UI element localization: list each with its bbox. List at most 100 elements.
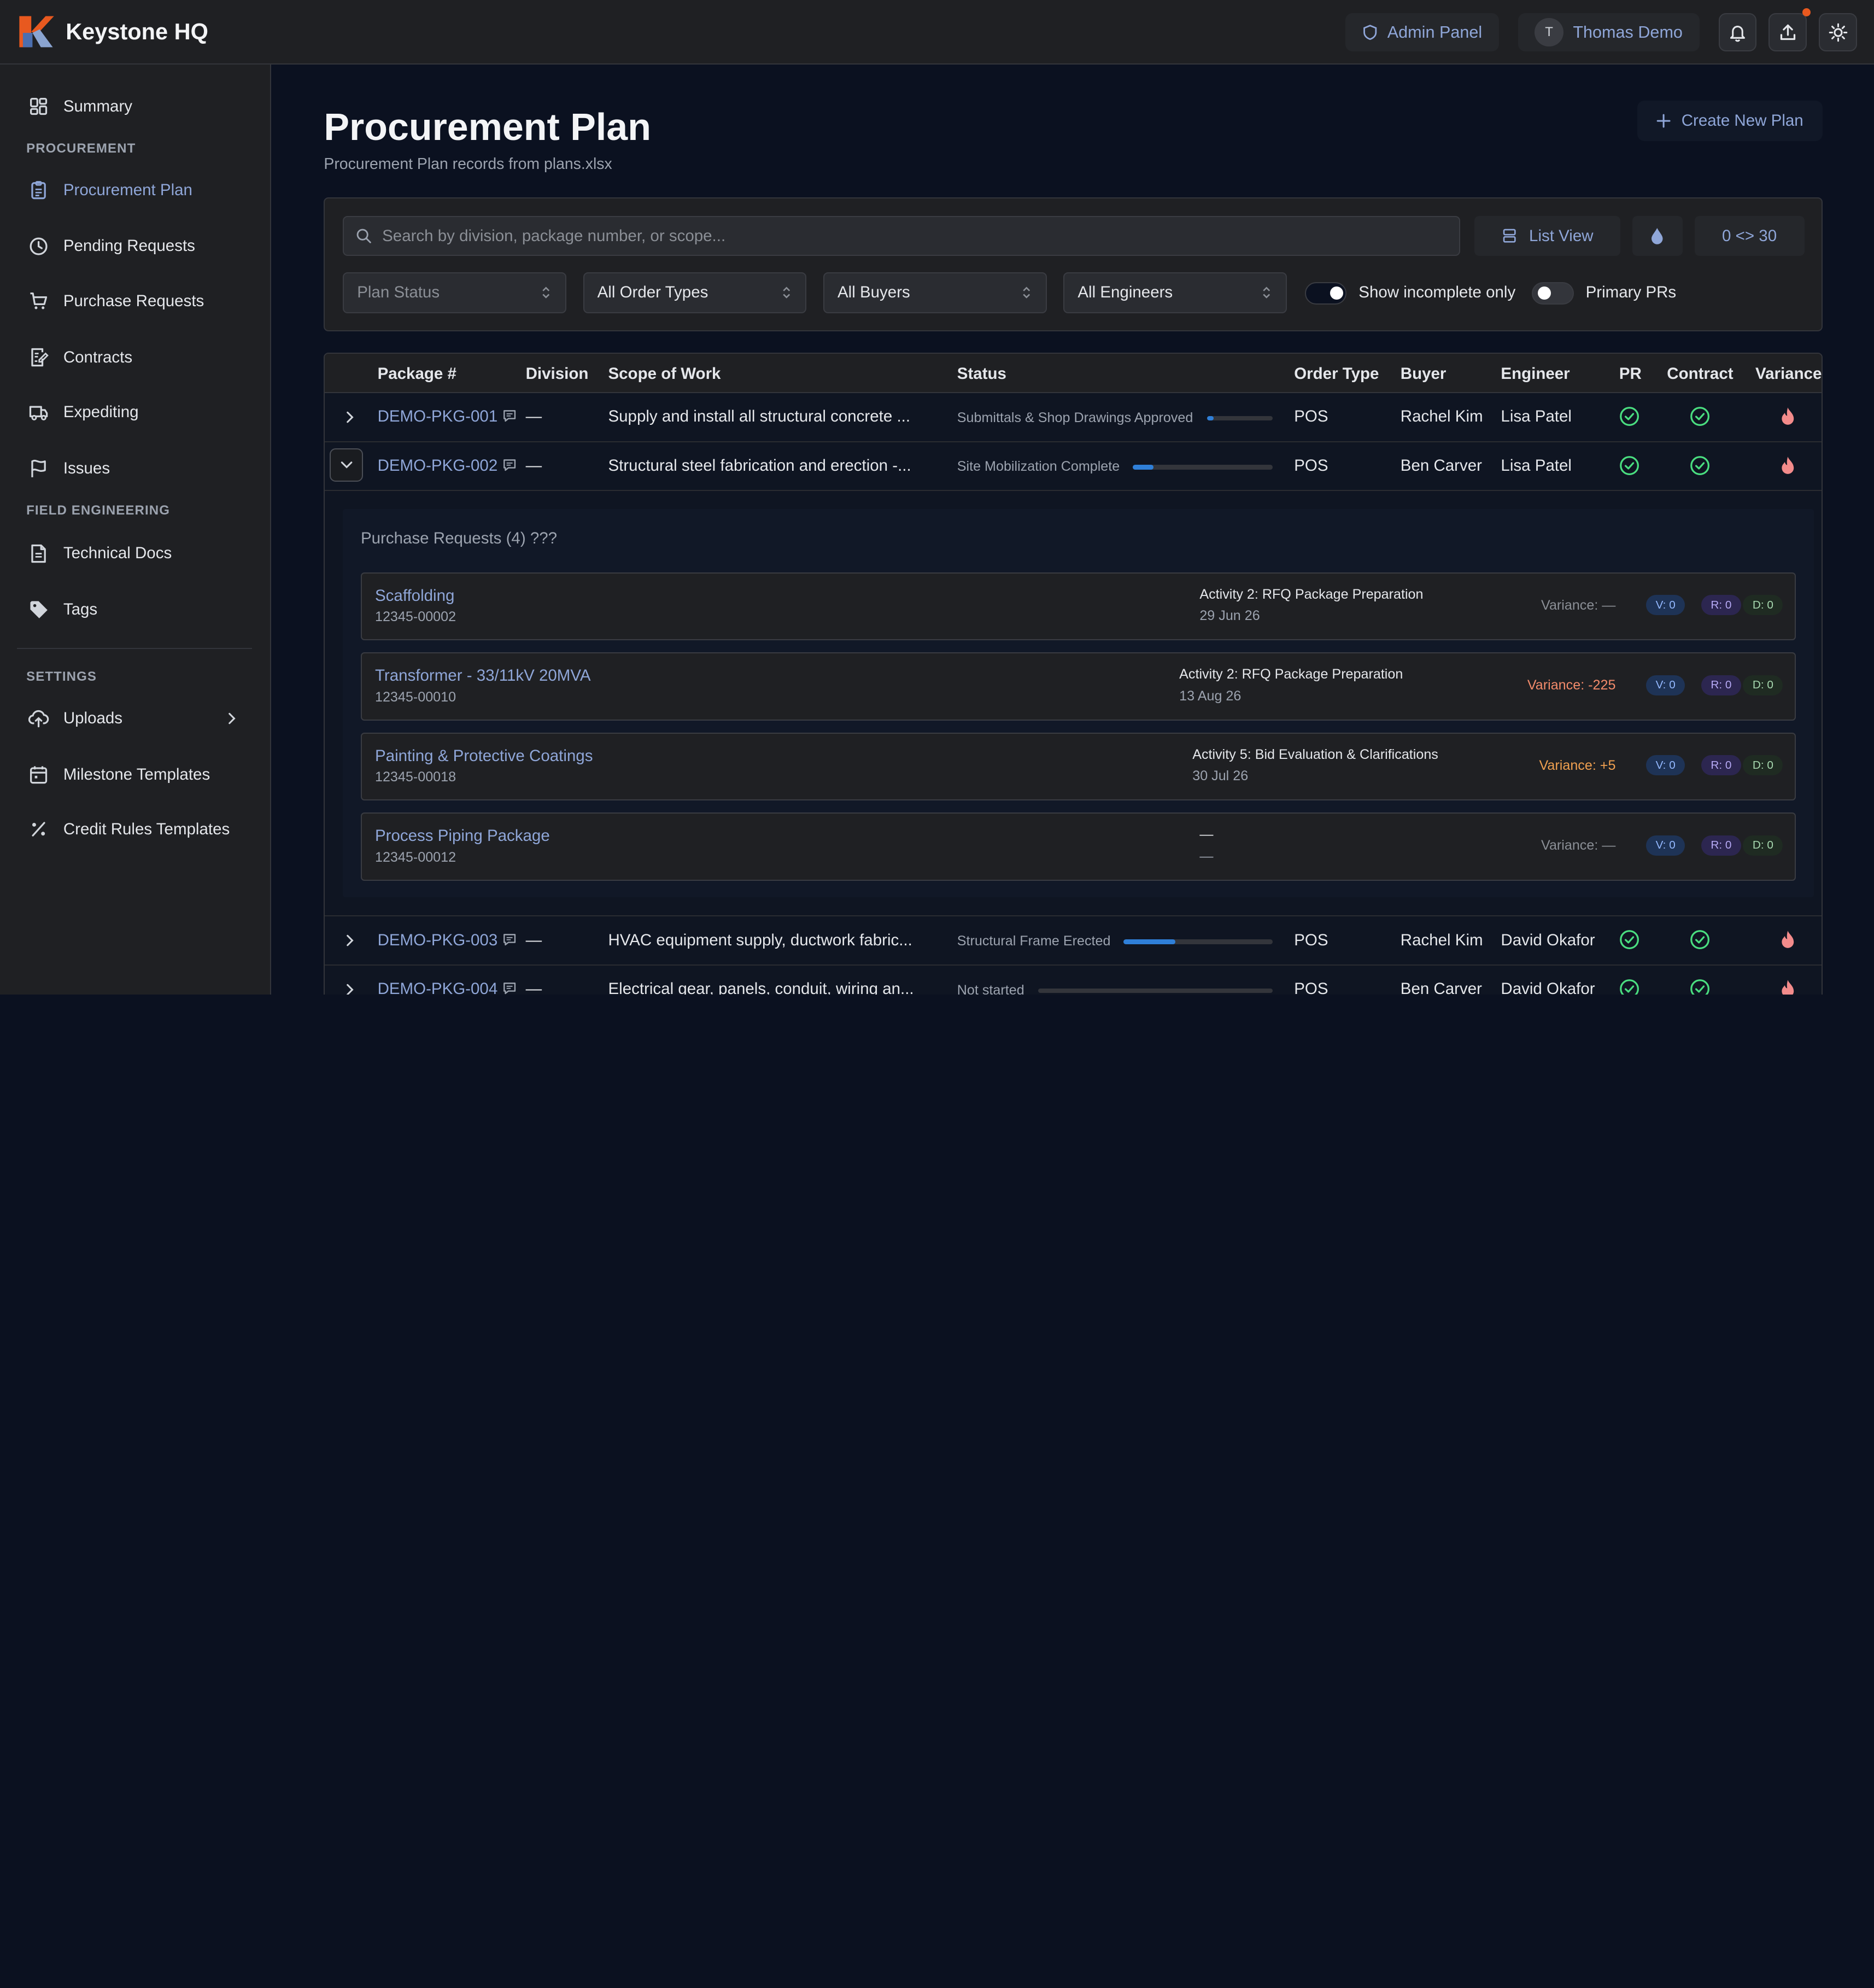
pr-card[interactable]: Transformer - 33/11kV 20MVA 12345-00010 …: [360, 652, 1796, 721]
pr-name-link[interactable]: Transformer - 33/11kV 20MVA: [375, 666, 591, 685]
search-field[interactable]: [343, 216, 1461, 256]
sidebar-item-purchase-requests[interactable]: Purchase Requests: [17, 280, 254, 323]
package-link[interactable]: DEMO-PKG-003: [378, 931, 498, 949]
package-link[interactable]: DEMO-PKG-002: [378, 457, 498, 475]
plan-status-select[interactable]: Plan Status: [343, 272, 566, 313]
theme-toggle-button[interactable]: [1819, 13, 1858, 51]
comment-icon[interactable]: [502, 458, 517, 472]
plan-status-value: Plan Status: [357, 283, 440, 302]
contract-check-icon: [1690, 930, 1709, 950]
sidebar-item-credit-rules-templates[interactable]: Credit Rules Templates: [17, 808, 254, 851]
user-menu-button[interactable]: T Thomas Demo: [1518, 13, 1700, 51]
create-new-plan-button[interactable]: Create New Plan: [1637, 100, 1823, 141]
create-new-plan-label: Create New Plan: [1681, 111, 1803, 130]
sidebar-item-label: Contracts: [63, 348, 133, 366]
status-progress-bar: [1133, 465, 1273, 470]
status-progress-bar: [1123, 939, 1273, 944]
d-count-badge: D: 0: [1743, 755, 1783, 776]
variance-filter-button[interactable]: [1632, 216, 1683, 256]
expand-row-button[interactable]: [337, 977, 363, 995]
pr-name-link[interactable]: Scaffolding: [375, 587, 454, 605]
col-header-scope[interactable]: Scope of Work: [608, 365, 721, 383]
expanded-row-details: Purchase Requests (4) ??? Scaffolding 12…: [325, 491, 1822, 917]
top-bar: Keystone HQ Admin Panel T Thomas Demo: [0, 0, 1874, 65]
engineer-select[interactable]: All Engineers: [1063, 272, 1287, 313]
expand-row-button[interactable]: [337, 404, 363, 430]
package-link[interactable]: DEMO-PKG-001: [378, 407, 498, 425]
sidebar-item-procurement-plan[interactable]: Procurement Plan: [17, 168, 254, 212]
col-header-buyer[interactable]: Buyer: [1401, 365, 1447, 383]
collapse-row-button[interactable]: [330, 448, 364, 482]
pr-activity: Activity 2: RFQ Package Preparation: [1199, 586, 1424, 602]
pr-name-link[interactable]: Process Piping Package: [375, 827, 550, 845]
pr-check-icon: [1619, 979, 1639, 995]
col-header-engineer[interactable]: Engineer: [1501, 365, 1570, 383]
admin-panel-button[interactable]: Admin Panel: [1345, 13, 1499, 51]
table-row[interactable]: DEMO-PKG-003 — HVAC equipment supply, du…: [325, 916, 1822, 966]
d-count-badge: D: 0: [1743, 675, 1783, 695]
col-header-pr[interactable]: PR: [1619, 365, 1642, 383]
col-header-contract[interactable]: Contract: [1667, 365, 1733, 383]
sidebar-divider: [16, 647, 253, 649]
sidebar-item-label: Technical Docs: [63, 544, 172, 563]
table-row[interactable]: DEMO-PKG-004 — Electrical gear, panels, …: [325, 966, 1822, 995]
sidebar-item-summary[interactable]: Summary: [17, 85, 254, 128]
pr-variance: Variance: +5: [1539, 757, 1616, 773]
pr-number: 12345-00012: [374, 849, 456, 865]
comment-icon[interactable]: [502, 408, 517, 423]
col-header-package[interactable]: Package #: [378, 365, 456, 383]
pr-card[interactable]: Painting & Protective Coatings 12345-000…: [360, 732, 1796, 801]
pr-date: —: [1199, 848, 1214, 864]
truck-icon: [30, 406, 48, 420]
table-row[interactable]: DEMO-PKG-001 — Supply and install all st…: [325, 393, 1822, 442]
col-header-order-type[interactable]: Order Type: [1294, 365, 1379, 383]
sidebar-item-milestone-templates[interactable]: Milestone Templates: [17, 753, 254, 796]
engineer-cell: David Okafor: [1501, 931, 1595, 949]
sidebar-item-issues[interactable]: Issues: [17, 447, 254, 490]
v-count-badge: V: 0: [1646, 675, 1685, 695]
col-header-variance[interactable]: Variance: [1755, 365, 1822, 383]
tag-icon: [30, 601, 48, 619]
pr-card[interactable]: Scaffolding 12345-00002 Activity 2: RFQ …: [360, 572, 1796, 641]
pr-card[interactable]: Process Piping Package 12345-00012 — — V…: [360, 812, 1796, 881]
app-root: Keystone HQ Admin Panel T Thomas Demo Su…: [0, 0, 1874, 995]
buyer-value: All Buyers: [837, 283, 910, 302]
sidebar-item-technical-docs[interactable]: Technical Docs: [17, 532, 254, 575]
chevron-down-icon: [341, 461, 352, 469]
sidebar-item-label: Summary: [63, 97, 133, 115]
primary-prs-toggle[interactable]: [1532, 282, 1574, 305]
r-count-badge: R: 0: [1701, 835, 1741, 856]
section-label-procurement: PROCUREMENT: [26, 141, 136, 156]
pr-name-link[interactable]: Painting & Protective Coatings: [375, 747, 593, 765]
clipboard-icon: [31, 181, 46, 200]
list-view-button[interactable]: List View: [1474, 216, 1620, 256]
upload-button[interactable]: [1768, 8, 1811, 51]
buyer-select[interactable]: All Buyers: [823, 272, 1047, 313]
comment-icon[interactable]: [502, 932, 517, 946]
sidebar-item-uploads[interactable]: Uploads: [17, 697, 254, 740]
comment-icon[interactable]: [502, 981, 517, 995]
range-filter-button[interactable]: 0 <> 30: [1694, 216, 1805, 256]
col-header-status[interactable]: Status: [957, 365, 1006, 383]
search-input[interactable]: [382, 226, 1434, 245]
division-cell: —: [525, 980, 542, 995]
sidebar-item-expediting[interactable]: Expediting: [17, 391, 254, 434]
table-row[interactable]: DEMO-PKG-002 — Structural steel fabricat…: [325, 442, 1822, 492]
order-type-select[interactable]: All Order Types: [583, 272, 807, 313]
dashboard-icon: [30, 97, 48, 115]
r-count-badge: R: 0: [1701, 675, 1741, 695]
notifications-button[interactable]: [1718, 13, 1757, 51]
col-header-division[interactable]: Division: [526, 365, 589, 383]
package-link[interactable]: DEMO-PKG-004: [378, 980, 498, 994]
sidebar-item-tags[interactable]: Tags: [17, 588, 254, 631]
sidebar-item-contracts[interactable]: Contracts: [17, 336, 254, 379]
chevron-right-icon: [347, 984, 354, 995]
pr-date: 13 Aug 26: [1179, 688, 1241, 704]
sidebar-item-pending-requests[interactable]: Pending Requests: [17, 225, 254, 268]
app-logo[interactable]: Keystone HQ: [17, 13, 208, 51]
expand-row-button[interactable]: [337, 927, 363, 954]
percent-icon: [32, 822, 46, 837]
chevron-up-down-icon: [1023, 286, 1030, 299]
pr-number: 12345-00002: [374, 609, 456, 625]
show-incomplete-toggle[interactable]: [1304, 282, 1347, 305]
